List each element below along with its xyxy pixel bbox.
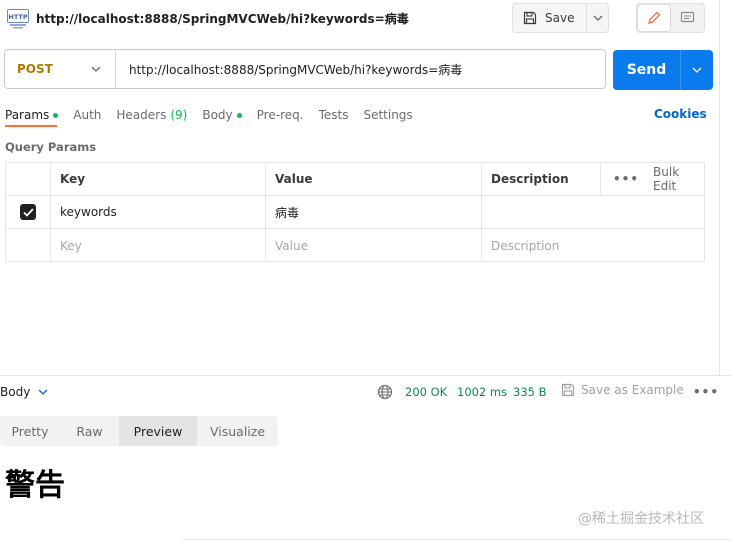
tab-headers[interactable]: Headers (9) [116, 106, 187, 124]
tab-label: Auth [73, 108, 102, 122]
active-dot [236, 112, 242, 118]
bulk-edit-link[interactable]: Bulk Edit [653, 165, 704, 193]
response-time[interactable]: 1002 ms [457, 385, 507, 399]
tab-auth[interactable]: Auth [73, 106, 101, 124]
param-key-field[interactable]: keywords [51, 196, 266, 228]
method-select[interactable]: POST [5, 50, 116, 88]
more-options-icon[interactable]: ••• [613, 172, 639, 186]
tab-params[interactable]: Params [5, 106, 59, 124]
bulk-edit-area: ••• Bulk Edit [600, 163, 704, 195]
tab-prerequest[interactable]: Pre-req. [257, 106, 304, 124]
http-icon: HTTP [7, 9, 29, 29]
tab-label: Settings [363, 108, 413, 122]
param-value-field[interactable]: 病毒 [266, 196, 482, 228]
preview-heading: 警告 [5, 468, 65, 503]
send-button-group[interactable]: Send [613, 50, 713, 90]
response-more-icon[interactable]: ••• [693, 385, 719, 399]
header-check-cell [6, 163, 51, 195]
new-description-field[interactable]: Description [482, 229, 704, 262]
url-bar[interactable]: POST http://localhost:8888/SpringMVCWeb/… [4, 49, 606, 89]
column-header-value: Value [266, 163, 482, 195]
active-dot [53, 112, 59, 118]
checkmark-icon [22, 207, 34, 217]
response-body-selector[interactable]: Body [0, 385, 48, 399]
save-label: Save [545, 11, 575, 25]
view-tab-visualize[interactable]: Visualize [197, 416, 278, 446]
watermark: @稀土掘金技术社区 [578, 511, 704, 527]
chevron-down-icon [593, 15, 602, 21]
save-icon [561, 383, 575, 397]
svg-text:HTTP: HTTP [8, 13, 27, 21]
pencil-icon [647, 11, 661, 24]
tab-label: Params [5, 108, 50, 122]
request-title[interactable]: http://localhost:8888/SpringMVCWeb/hi?ke… [36, 10, 409, 27]
comment-mode-button[interactable] [671, 4, 704, 32]
active-tab-indicator [5, 125, 57, 127]
table-row: keywords 病毒 [6, 196, 704, 229]
chevron-down-icon [692, 67, 702, 73]
row-check-cell [6, 196, 51, 228]
bottom-divider [183, 539, 731, 540]
save-as-example-label: Save as Example [581, 383, 684, 397]
headers-count: (9) [170, 108, 188, 122]
params-table: Key Value Description ••• Bulk Edit keyw… [5, 162, 705, 262]
param-description-field[interactable] [482, 196, 704, 228]
edit-mode-button[interactable] [637, 4, 671, 32]
method-label: POST [17, 62, 53, 76]
new-key-field[interactable]: Key [51, 229, 266, 262]
right-panel-divider [719, 0, 720, 375]
comment-icon [680, 11, 694, 23]
tab-tests[interactable]: Tests [319, 106, 349, 124]
new-value-field[interactable]: Value [266, 229, 482, 262]
save-button-group[interactable]: Save [512, 3, 609, 33]
url-input[interactable]: http://localhost:8888/SpringMVCWeb/hi?ke… [116, 61, 462, 78]
tab-label: Body [202, 108, 233, 122]
save-icon [523, 11, 537, 25]
send-button[interactable]: Send [613, 62, 680, 78]
column-header-key: Key [51, 163, 266, 195]
view-tab-pretty[interactable]: Pretty [0, 416, 60, 446]
tab-settings[interactable]: Settings [363, 106, 412, 124]
query-params-title: Query Params [5, 140, 97, 154]
response-view-tabs: Pretty Raw Preview Visualize [0, 416, 278, 446]
tab-label: Tests [318, 108, 349, 122]
tab-body[interactable]: Body [202, 106, 242, 124]
save-as-example-button[interactable]: Save as Example [561, 383, 684, 397]
param-enabled-checkbox[interactable] [20, 204, 36, 220]
response-size[interactable]: 335 B [513, 385, 547, 399]
request-tabs: Params Auth Headers (9) Body Pre-req. Tes… [5, 106, 428, 124]
table-header-row: Key Value Description ••• Bulk Edit [6, 163, 704, 196]
status-code[interactable]: 200 OK [405, 385, 447, 399]
response-divider [0, 375, 731, 376]
chevron-down-icon [38, 389, 48, 395]
chevron-down-icon [91, 66, 101, 72]
globe-icon[interactable] [377, 384, 393, 400]
row-check-cell [6, 229, 51, 262]
mode-toggle[interactable] [636, 3, 705, 33]
cookies-link[interactable]: Cookies [654, 107, 707, 121]
view-tab-preview[interactable]: Preview [119, 416, 197, 446]
send-dropdown-button[interactable] [680, 50, 713, 90]
save-dropdown-button[interactable] [587, 4, 608, 32]
response-body-label: Body [0, 385, 31, 399]
tab-label: Headers [116, 108, 167, 122]
table-row-empty: Key Value Description [6, 229, 704, 262]
view-tab-raw[interactable]: Raw [60, 416, 119, 446]
tab-label: Pre-req. [256, 108, 304, 122]
save-button[interactable]: Save [513, 4, 587, 32]
